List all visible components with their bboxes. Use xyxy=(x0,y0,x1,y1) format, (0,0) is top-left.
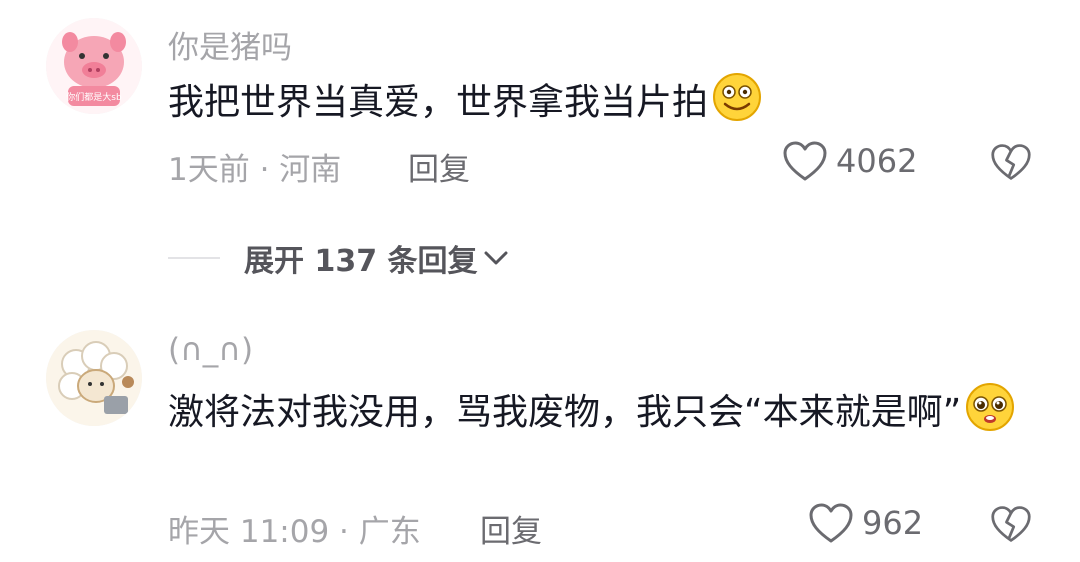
reply-button[interactable]: 回复 xyxy=(480,506,542,551)
avatar-caption: 你们都是大sb xyxy=(66,93,122,103)
reply-button[interactable]: 回复 xyxy=(408,144,470,189)
comment-list: 你们都是大sb 你是猪吗 我把世界当真爱，世界拿我当片拍 1天前 · 河南 回复 xyxy=(0,0,1080,562)
chevron-down-icon xyxy=(484,251,508,265)
dislike-button[interactable] xyxy=(990,142,1032,186)
username[interactable]: 你是猪吗 xyxy=(168,22,292,67)
comment-body: 激将法对我没用，骂我废物，我只会“本来就是啊” xyxy=(168,392,962,433)
heart-icon xyxy=(783,141,827,181)
like-button[interactable]: 962 xyxy=(808,502,923,544)
expand-replies-label: 展开 137 条回复 xyxy=(244,244,478,279)
divider-line xyxy=(168,257,220,259)
broken-heart-icon xyxy=(991,144,1031,180)
sheep-avatar-icon xyxy=(46,330,142,426)
expand-replies-button[interactable]: 展开 137 条回复 xyxy=(168,236,510,280)
heart-icon xyxy=(809,503,853,543)
comment-meta: 1天前 · 河南 xyxy=(168,152,342,188)
comment-text: 激将法对我没用，骂我废物，我只会“本来就是啊” xyxy=(168,382,1048,450)
smile-emoji-icon xyxy=(712,72,762,140)
avatar[interactable]: 你们都是大sb xyxy=(46,18,142,114)
comment-item: (∩_∩) 激将法对我没用，骂我废物，我只会“本来就是啊” 昨天 11:09 ·… xyxy=(0,320,1080,562)
broken-heart-icon xyxy=(991,506,1031,542)
comment-body: 我把世界当真爱，世界拿我当片拍 xyxy=(168,82,709,123)
comment-item: 你们都是大sb 你是猪吗 我把世界当真爱，世界拿我当片拍 1天前 · 河南 回复 xyxy=(0,0,1080,220)
avatar[interactable] xyxy=(46,330,142,426)
username[interactable]: (∩_∩) xyxy=(168,332,253,368)
comment-meta: 昨天 11:09 · 广东 xyxy=(168,514,421,550)
like-count: 962 xyxy=(862,504,924,542)
like-button[interactable]: 4062 xyxy=(782,140,917,182)
pleading-emoji-icon xyxy=(965,382,1015,450)
comment-text: 我把世界当真爱，世界拿我当片拍 xyxy=(168,72,1048,140)
dislike-button[interactable] xyxy=(990,504,1032,548)
like-count: 4062 xyxy=(836,142,918,180)
